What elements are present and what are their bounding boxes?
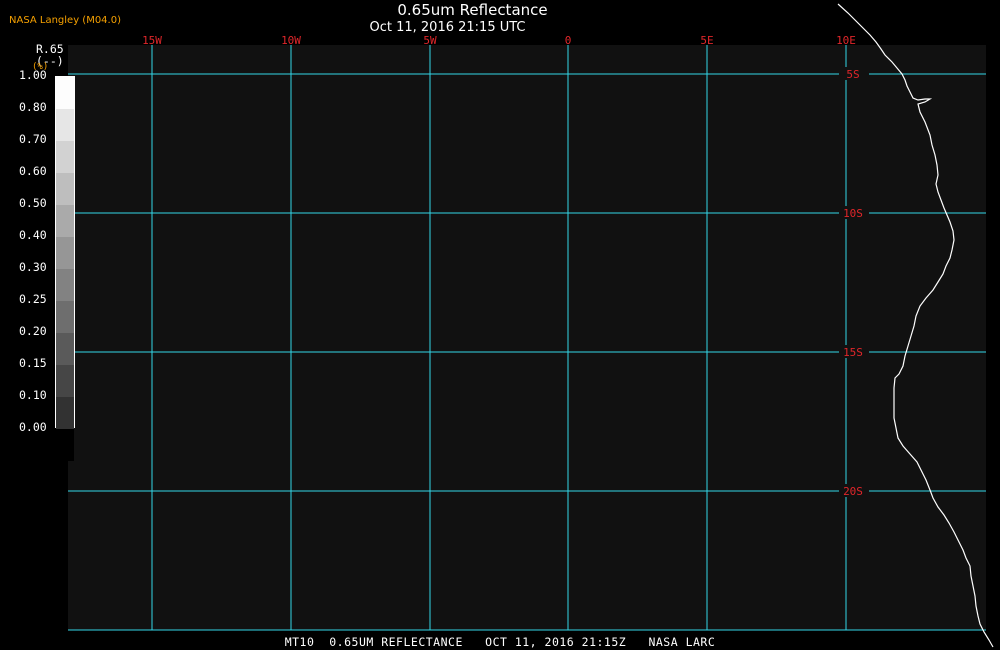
latitude-label: 20S <box>843 485 863 498</box>
colorbar-swatch <box>56 269 74 301</box>
colorbar-tick-label: 0.30 <box>19 260 47 274</box>
colorbar-swatch <box>56 141 74 173</box>
colorbar-tick-label: 0.00 <box>19 420 47 434</box>
colorbar-tick-label: 0.15 <box>19 356 47 370</box>
latitude-label: 15S <box>843 346 863 359</box>
graticule <box>68 45 986 631</box>
colorbar-swatch <box>56 333 74 365</box>
image-timestamp: Oct 11, 2016 21:15 UTC <box>369 20 526 35</box>
latitude-label: 5S <box>846 68 859 81</box>
longitude-label: 15W <box>142 34 162 47</box>
longitude-label: 5W <box>423 34 437 47</box>
longitude-labels: 15W 10W 5W 0 5E 10E <box>142 34 856 47</box>
latitude-label: 10S <box>843 207 863 220</box>
colorbar-swatch <box>56 77 74 109</box>
map-overlay: 15W 10W 5W 0 5E 10E 5S 10S 15S 20S <box>68 3 994 648</box>
colorbar-tick-label: 0.80 <box>19 100 47 114</box>
image-title: 0.65um Reflectance <box>397 1 548 19</box>
colorbar <box>55 76 75 461</box>
satellite-image-viewer: 15W 10W 5W 0 5E 10E 5S 10S 15S 20S 0.65um Reflec… <box>0 0 1000 650</box>
longitude-label: 0 <box>565 34 572 47</box>
colorbar-tick-label: 0.10 <box>19 388 47 402</box>
colorbar-swatch <box>56 205 74 237</box>
colorbar-tick-label: 0.60 <box>19 164 47 178</box>
coastline <box>837 3 994 648</box>
colorbar-swatch <box>56 301 74 333</box>
longitude-label: 10W <box>281 34 301 47</box>
footer-caption: MT10 0.65UM REFLECTANCE OCT 11, 2016 21:… <box>284 635 716 649</box>
colorbar-swatch <box>56 429 74 461</box>
colorbar-swatch <box>56 397 74 429</box>
colorbar-tick-label: 0.20 <box>19 324 47 338</box>
longitude-label: 10E <box>836 34 856 47</box>
longitude-label: 5E <box>700 34 713 47</box>
colorbar-swatch <box>56 173 74 205</box>
colorbar-tick-label: 0.70 <box>19 132 47 146</box>
product-credit: NASA Langley (M04.0) <box>9 15 121 26</box>
colorbar-legend: R.65 (--) (%) 1.00 0.80 0.70 0.60 0.50 0.40 0.… <box>0 40 80 461</box>
colorbar-swatch <box>56 365 74 397</box>
latitude-labels: 5S 10S 15S 20S <box>839 67 869 498</box>
colorbar-tick-label: 0.25 <box>19 292 47 306</box>
colorbar-swatch <box>56 237 74 269</box>
colorbar-swatch <box>56 109 74 141</box>
colorbar-tick-label: 0.50 <box>19 196 47 210</box>
colorbar-tick-label: 0.40 <box>19 228 47 242</box>
colorbar-tick-label: 1.00 <box>19 68 47 82</box>
